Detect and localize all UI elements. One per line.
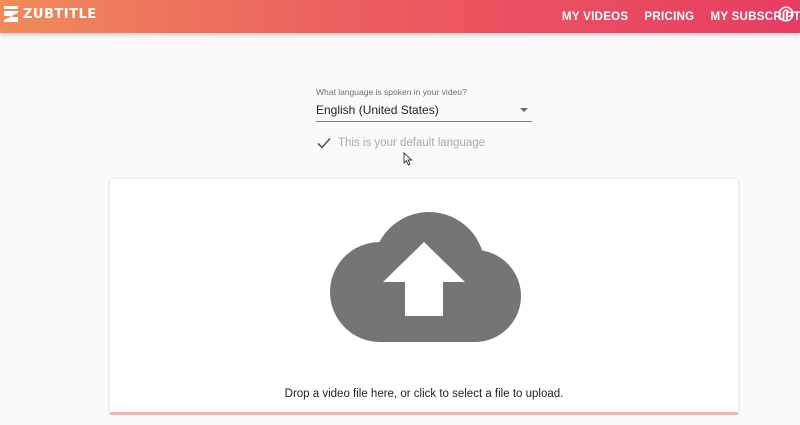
logo-mark-icon: [4, 6, 18, 22]
check-icon: [317, 137, 331, 149]
mouse-cursor-icon: [403, 152, 413, 166]
language-label: What language is spoken in your video?: [316, 87, 467, 97]
nav-my-videos[interactable]: MY VIDEOS: [562, 11, 628, 23]
language-select[interactable]: English (United States): [316, 101, 532, 122]
dropzone-progress-bar: [110, 412, 738, 415]
logo-text: ZUBTITLE: [23, 6, 97, 22]
default-language-text: This is your default language: [338, 137, 486, 149]
language-field: What language is spoken in your video? E…: [316, 87, 532, 122]
main-nav: MY VIDEOS PRICING MY SUBSCRIPTION: [562, 0, 800, 33]
dropdown-arrow-icon: [520, 108, 528, 112]
upload-instruction: Drop a video file here, or click to sele…: [284, 388, 564, 400]
help-icon[interactable]: [778, 6, 794, 22]
upload-dropzone[interactable]: Drop a video file here, or click to sele…: [110, 179, 738, 415]
language-value: English (United States): [316, 103, 439, 117]
cloud-upload-icon: [330, 212, 521, 342]
nav-pricing[interactable]: PRICING: [644, 11, 694, 23]
default-language-toggle[interactable]: This is your default language: [317, 137, 485, 149]
top-app-bar: ZUBTITLE MY VIDEOS PRICING MY SUBSCRIPTI…: [0, 0, 800, 33]
app-logo[interactable]: ZUBTITLE: [4, 6, 97, 22]
